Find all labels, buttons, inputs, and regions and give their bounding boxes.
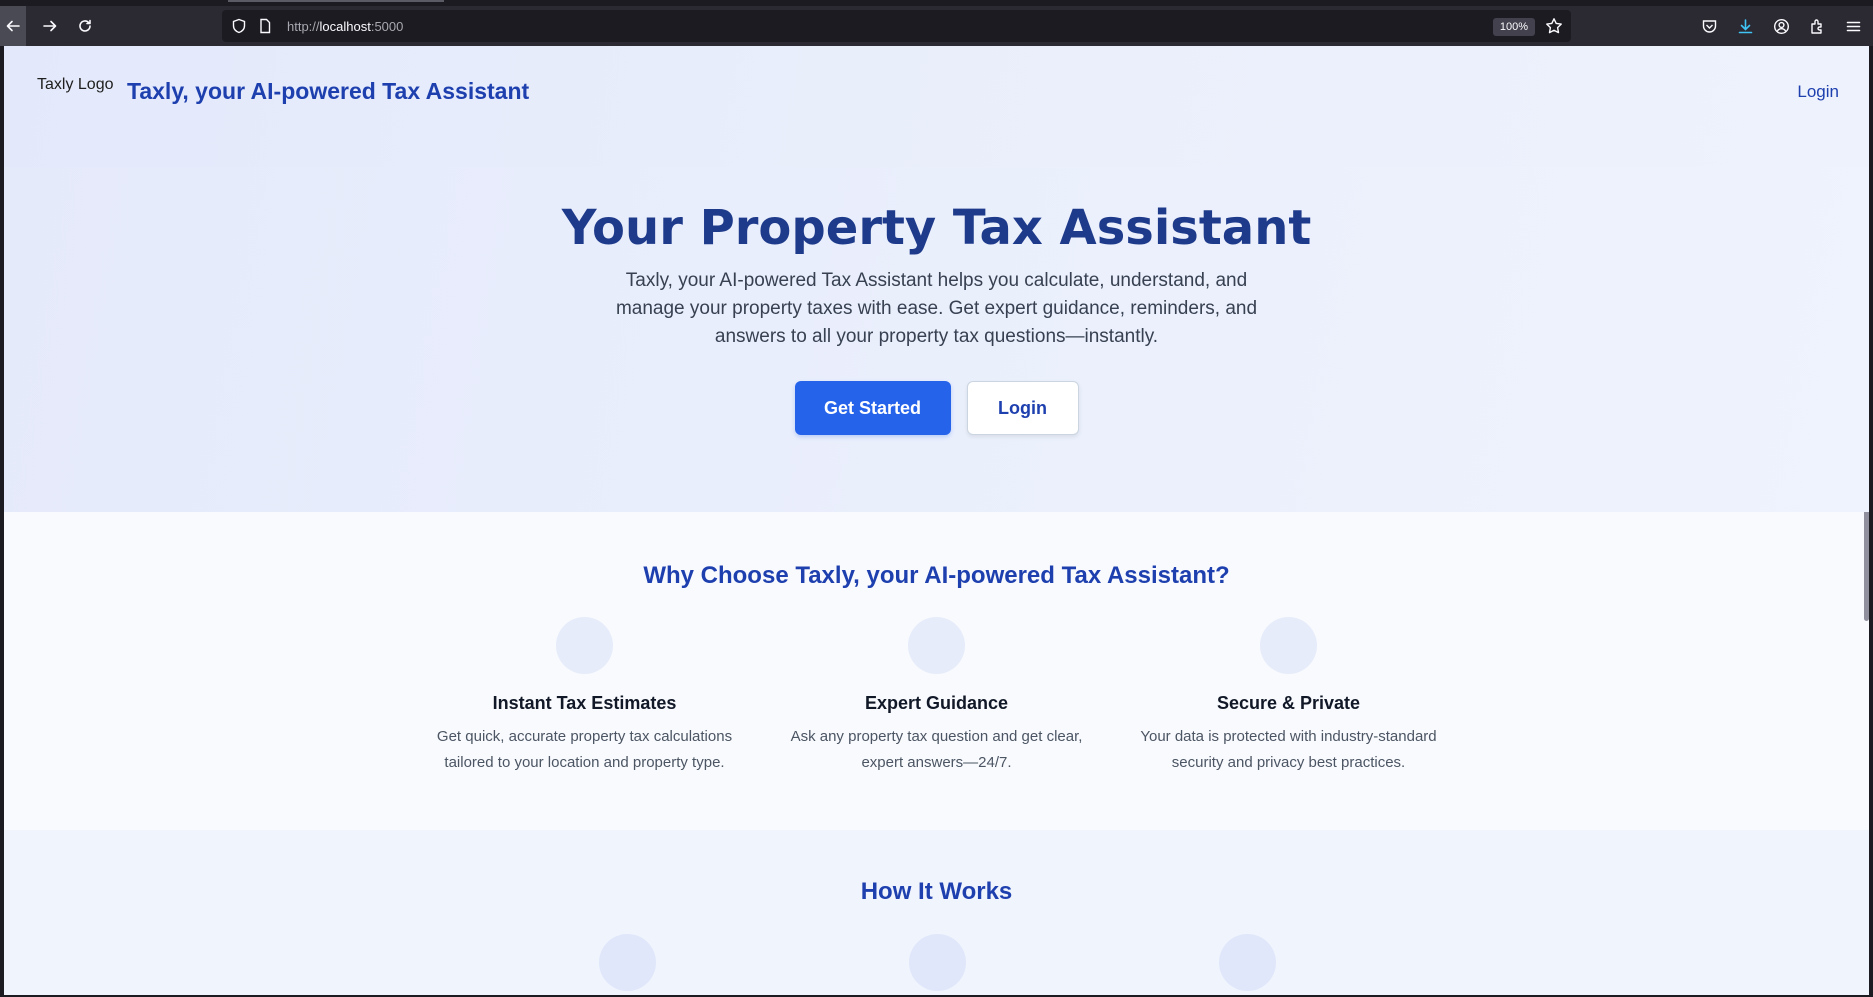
download-icon[interactable] (1735, 16, 1755, 36)
reload-icon (79, 19, 91, 32)
address-bar[interactable]: http://localhost:5000 100% (222, 10, 1571, 42)
step-icon-placeholder (908, 934, 966, 991)
feature-title: Secure & Private (1216, 693, 1361, 713)
active-tab-indicator (228, 0, 444, 2)
url-port: :5000 (370, 18, 404, 34)
feature-list: Instant Tax Estimates Get quick, accurat… (4, 617, 1869, 776)
feature-card: Instant Tax Estimates Get quick, accurat… (425, 617, 745, 776)
url-protocol: http:// (287, 18, 320, 34)
bookmark-star-icon[interactable] (1545, 17, 1563, 35)
header-login-link[interactable]: Login (1797, 82, 1839, 102)
hero-login-button[interactable]: Login (966, 381, 1079, 435)
browser-navbar: http://localhost:5000 100% (0, 6, 1873, 46)
url-host: localhost (319, 18, 371, 34)
reload-button[interactable] (70, 11, 100, 41)
hero-section: Your Property Tax Assistant Taxly, your … (4, 167, 1869, 512)
feature-description: Your data is protected with industry-sta… (1140, 728, 1437, 771)
how-section-title: How It Works (860, 878, 1013, 905)
page-viewport: Taxly Logo Taxly, your AI-powered Tax As… (4, 46, 1869, 995)
hero-title: Your Property Tax Assistant (561, 200, 1312, 256)
url-text[interactable]: http://localhost:5000 (287, 19, 403, 34)
hero-buttons: Get Started Login (4, 381, 1869, 435)
zoom-level-badge[interactable]: 100% (1492, 18, 1535, 36)
why-choose-section: Why Choose Taxly, your AI-powered Tax As… (4, 512, 1869, 830)
how-it-works-section: How It Works (4, 830, 1869, 995)
back-button[interactable] (0, 6, 26, 46)
step-icon-placeholder (1218, 934, 1276, 991)
site-header: Taxly Logo Taxly, your AI-powered Tax As… (4, 46, 1869, 167)
shield-icon[interactable] (231, 18, 247, 34)
feature-card: Secure & Private Your data is protected … (1129, 617, 1449, 776)
arrow-right-icon (43, 20, 57, 32)
feature-icon-placeholder (1260, 617, 1317, 674)
account-icon[interactable] (1771, 16, 1791, 36)
pocket-icon[interactable] (1699, 16, 1719, 36)
why-section-title: Why Choose Taxly, your AI-powered Tax As… (643, 562, 1230, 589)
page-icon (257, 18, 273, 34)
feature-icon-placeholder (556, 617, 613, 674)
menu-icon[interactable] (1843, 16, 1863, 36)
feature-title: Instant Tax Estimates (492, 693, 677, 713)
feature-card: Expert Guidance Ask any property tax que… (777, 617, 1097, 776)
hero-description: Taxly, your AI-powered Tax Assistant hel… (615, 270, 1258, 347)
logo[interactable]: Taxly Logo (37, 76, 114, 94)
arrow-left-icon (6, 20, 20, 32)
brand-title[interactable]: Taxly, your AI-powered Tax Assistant (127, 78, 529, 105)
feature-description: Get quick, accurate property tax calcula… (436, 728, 733, 771)
feature-title: Expert Guidance (864, 693, 1009, 713)
forward-button[interactable] (35, 11, 65, 41)
extensions-icon[interactable] (1807, 16, 1827, 36)
feature-icon-placeholder (908, 617, 965, 674)
step-list (4, 934, 1869, 991)
step-icon-placeholder (598, 934, 656, 991)
get-started-button[interactable]: Get Started (794, 381, 951, 435)
browser-toolbar-right (1699, 6, 1863, 46)
feature-description: Ask any property tax question and get cl… (790, 728, 1083, 771)
